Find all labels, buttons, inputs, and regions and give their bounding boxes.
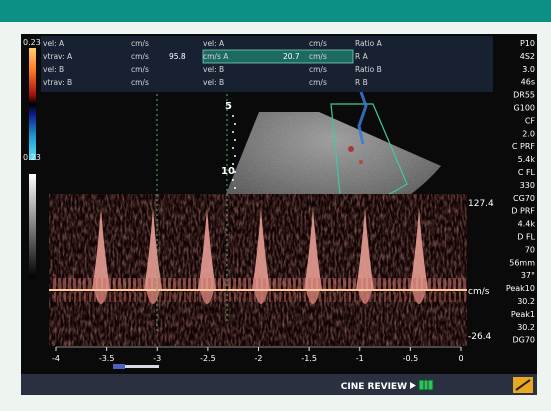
measurement-label: Ratio A [355, 39, 383, 48]
time-axis: -4 -3.5 -3 -2.5 -2 -1.5 -1 -0.5 0 [52, 346, 464, 363]
ultrasound-screen: vel: A cm/s vtrav: A 95.8 cm/s vel: B cm/s vtra… [21, 34, 537, 395]
parameter-value: 330 [520, 181, 535, 190]
measurement-value: 20.7 [283, 52, 300, 61]
measurement-unit: cm/s [131, 65, 149, 74]
measurement-unit: cm/s [131, 78, 149, 87]
time-tick-label: 0 [458, 354, 463, 363]
depth-tick [232, 179, 234, 181]
measurement-unit: cm/s [309, 65, 327, 74]
parameter-value: CG70 [513, 194, 535, 203]
parameter-value: 37° [521, 271, 535, 280]
depth-tick [234, 123, 236, 125]
depth-tick [232, 163, 234, 165]
parameter-value: 4.4k [518, 220, 536, 229]
parameter-value: C FL [518, 168, 536, 177]
time-tick-label: -2.5 [200, 354, 216, 363]
parameter-value: Peak10 [506, 284, 535, 293]
depth-tick [234, 187, 236, 189]
time-tick-label: -3 [153, 354, 161, 363]
color-velocity-scale [29, 48, 36, 160]
depth-marker-10: 10 [221, 166, 235, 177]
cine-frame-counter-icon[interactable] [418, 379, 434, 391]
cine-scroll-indicator[interactable] [113, 364, 159, 369]
measurement-label: R A [355, 52, 369, 61]
depth-tick [232, 115, 234, 117]
measurement-panel [41, 36, 493, 92]
measurement-unit: cm/s [131, 39, 149, 48]
depth-tick [234, 171, 236, 173]
measurement-label: vel: A [203, 39, 225, 48]
measurement-unit: cm/s [309, 39, 327, 48]
measurement-label: R B [355, 78, 368, 87]
gray-scale-bar [29, 174, 36, 278]
velocity-unit-label: cm/s [468, 287, 490, 297]
parameter-value: 3.0 [522, 65, 535, 74]
measurement-label: Ratio B [355, 65, 382, 74]
status-bar [21, 374, 537, 395]
parameter-value: 70 [525, 245, 535, 254]
parameter-value: 30.2 [517, 323, 535, 332]
measurement-unit: cm/s [309, 52, 327, 61]
time-tick-label: -2 [255, 354, 263, 363]
parameter-value: 2.0 [522, 129, 535, 138]
parameter-value: 4S2 [520, 52, 535, 61]
parameter-value: DR55 [513, 91, 535, 100]
header-accent-band [0, 0, 551, 22]
measurement-unit: cm/s [131, 52, 149, 61]
measurement-label: vtrav: A [43, 52, 73, 61]
velocity-min-label: -26.4 [468, 332, 492, 342]
measurement-label: vel: B [43, 65, 64, 74]
time-tick-label: -4 [52, 354, 60, 363]
parameter-value: D PRF [511, 207, 535, 216]
depth-tick [232, 147, 234, 149]
parameter-value: C PRF [512, 142, 536, 151]
parameter-value: G100 [514, 104, 535, 113]
depth-tick [234, 155, 236, 157]
parameter-value: DG70 [512, 336, 535, 345]
time-tick-label: -1.5 [301, 354, 317, 363]
time-tick-label: -3.5 [99, 354, 115, 363]
depth-marker-5: 5 [225, 101, 232, 112]
parameter-value: 46s [521, 78, 535, 87]
cine-review-label: CINE REVIEW [341, 382, 407, 392]
time-tick-label: -1 [356, 354, 364, 363]
measurement-value: 95.8 [169, 52, 186, 61]
depth-scale: 5 10 [221, 101, 236, 189]
parameter-value: Peak1 [511, 310, 535, 319]
parameter-value: 30.2 [517, 297, 535, 306]
measurement-label: vel: B [203, 78, 224, 87]
depth-tick [232, 131, 234, 133]
color-scale-top-label: 0.23 [23, 38, 41, 47]
color-scale-bottom-label: 0.23 [23, 153, 41, 162]
acquisition-parameters: P10 4S2 3.0 46s DR55 G100 CF 2.0 C PRF 5.4k C FL 33… [506, 39, 536, 345]
depth-tick [234, 139, 236, 141]
parameter-value: 5.4k [518, 155, 536, 164]
measurement-label: vtrav: B [43, 78, 72, 87]
parameter-value: 56mm [509, 258, 535, 267]
parameter-value: D FL [517, 233, 535, 242]
parameter-value: CF [525, 116, 536, 125]
parameter-value: P10 [520, 39, 535, 48]
measurement-label: cm/s A [203, 52, 229, 61]
time-tick-label: -0.5 [403, 354, 419, 363]
measurement-label: vel: B [203, 65, 224, 74]
measurement-unit: cm/s [309, 78, 327, 87]
measurement-label: vel: A [43, 39, 65, 48]
velocity-max-label: 127.4 [468, 199, 494, 209]
